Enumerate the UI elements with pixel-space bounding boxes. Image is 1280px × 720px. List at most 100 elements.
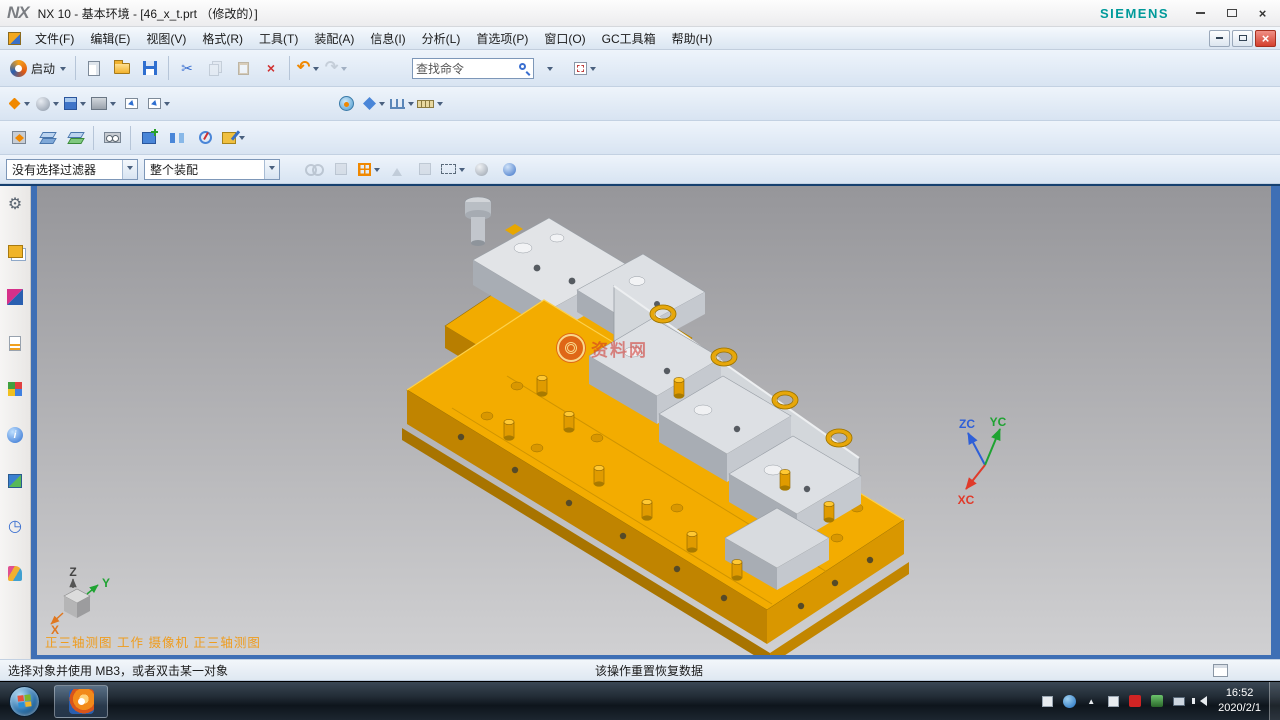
- status-note-icon[interactable]: [1213, 664, 1228, 677]
- wcs-mini-triad[interactable]: Z Y X: [51, 565, 110, 637]
- menu-tools[interactable]: 工具(T): [251, 27, 306, 50]
- select-previous-button[interactable]: [384, 156, 410, 182]
- roles-button[interactable]: ⚙: [2, 192, 28, 218]
- selection-filter-combo[interactable]: 没有选择过滤器: [6, 159, 138, 180]
- tray-ime-button[interactable]: [1103, 688, 1123, 714]
- menu-file[interactable]: 文件(F): [27, 27, 82, 50]
- tray-security-button[interactable]: [1125, 688, 1145, 714]
- menu-preferences[interactable]: 首选项(P): [468, 27, 536, 50]
- menu-help[interactable]: 帮助(H): [664, 27, 721, 50]
- document-icon: [8, 32, 21, 45]
- model-canvas[interactable]: ZC YC XC Z Y X: [37, 186, 1271, 655]
- history-button[interactable]: ◷: [2, 514, 28, 540]
- undo-button[interactable]: ↶: [295, 55, 321, 81]
- add-component-button[interactable]: [136, 125, 162, 151]
- deselect-button[interactable]: [412, 156, 438, 182]
- move-component-icon: [12, 131, 26, 144]
- view-triad[interactable]: ZC YC XC: [958, 415, 1007, 507]
- tray-app-button[interactable]: [1037, 688, 1057, 714]
- hd3d-tools-button[interactable]: [2, 468, 28, 494]
- tray-browser-button[interactable]: [1059, 688, 1079, 714]
- paste-button[interactable]: [230, 55, 256, 81]
- copy-button[interactable]: [202, 55, 228, 81]
- view-toolbar: [0, 87, 1280, 121]
- open-button[interactable]: [109, 55, 135, 81]
- graphics-canvas[interactable]: ZC YC XC Z Y X: [37, 186, 1271, 655]
- named-scene-button[interactable]: [99, 125, 125, 151]
- command-finder-options-button[interactable]: [535, 55, 561, 81]
- layer-settings-button[interactable]: [34, 125, 60, 151]
- minimize-button[interactable]: [1187, 4, 1214, 23]
- compass-icon: [199, 131, 212, 144]
- menu-information[interactable]: 信息(I): [362, 27, 413, 50]
- menu-view[interactable]: 视图(V): [138, 27, 194, 50]
- interpart-link-button[interactable]: [300, 156, 326, 182]
- fit-view-button[interactable]: [6, 91, 32, 117]
- assembly-navigator-button[interactable]: [2, 238, 28, 264]
- up-triangle-icon: [392, 163, 402, 176]
- reuse-library-button[interactable]: [2, 376, 28, 402]
- part-top-knob[interactable]: [465, 197, 491, 246]
- constraint-navigator-button[interactable]: [2, 284, 28, 310]
- maximize-button[interactable]: [1218, 4, 1245, 23]
- edit-object-display-button[interactable]: [220, 125, 246, 151]
- delete-button[interactable]: ×: [258, 55, 284, 81]
- taskbar-clock[interactable]: 16:52 2020/2/1: [1212, 686, 1269, 716]
- close-button[interactable]: ×: [1249, 4, 1276, 23]
- new-window-button[interactable]: [118, 91, 144, 117]
- handle-orientation-button[interactable]: [361, 91, 387, 117]
- chevron-down-icon: [53, 102, 59, 109]
- search-icon[interactable]: [519, 63, 526, 70]
- menu-assemblies[interactable]: 装配(A): [306, 27, 362, 50]
- cut-button[interactable]: ✂: [174, 55, 200, 81]
- true-shading-button[interactable]: [333, 91, 359, 117]
- view-orientation-button[interactable]: [62, 91, 88, 117]
- tray-update-icon: [1151, 695, 1163, 707]
- marquee-select-button[interactable]: [440, 156, 466, 182]
- layer-visible-button[interactable]: [62, 125, 88, 151]
- pattern-component-button[interactable]: [192, 125, 218, 151]
- window-cascade-button[interactable]: [146, 91, 172, 117]
- highlight-gray-ball-button[interactable]: [468, 156, 494, 182]
- taskbar-nx-app-button[interactable]: [54, 685, 108, 718]
- selection-bar: 没有选择过滤器 整个装配: [0, 155, 1280, 184]
- show-desktop-button[interactable]: [1269, 682, 1280, 720]
- child-close-button[interactable]: ×: [1255, 30, 1276, 47]
- combo-dropdown-button[interactable]: [264, 160, 279, 179]
- child-minimize-button[interactable]: [1209, 30, 1230, 47]
- touch-palette-button[interactable]: [2, 560, 28, 586]
- resource-bar: ⚙ i ◷: [0, 186, 31, 659]
- start-button[interactable]: [0, 682, 48, 720]
- start-button[interactable]: 启动: [6, 55, 70, 81]
- web-browser-button[interactable]: i: [2, 422, 28, 448]
- save-button[interactable]: [137, 55, 163, 81]
- menu-window[interactable]: 窗口(O): [536, 27, 593, 50]
- menu-edit[interactable]: 编辑(E): [82, 27, 138, 50]
- move-component-button[interactable]: [6, 125, 32, 151]
- window-layout-button[interactable]: [572, 55, 598, 81]
- measure-button[interactable]: [417, 91, 443, 117]
- globe-icon: [339, 96, 354, 111]
- background-button[interactable]: [90, 91, 116, 117]
- command-finder-input[interactable]: [416, 61, 519, 75]
- assembly-constraints-button[interactable]: [164, 125, 190, 151]
- menu-format[interactable]: 格式(R): [194, 27, 251, 50]
- snap-enable-button[interactable]: [356, 156, 382, 182]
- combo-dropdown-button[interactable]: [122, 160, 137, 179]
- tray-network-button[interactable]: [1169, 688, 1189, 714]
- redo-button[interactable]: ↷: [323, 55, 349, 81]
- selection-reset-button[interactable]: [328, 156, 354, 182]
- child-minimize-icon: [1216, 37, 1223, 39]
- child-restore-button[interactable]: [1232, 30, 1253, 47]
- tray-update-button[interactable]: [1147, 688, 1167, 714]
- part-navigator-button[interactable]: [2, 330, 28, 356]
- menu-gc-toolbox[interactable]: GC工具箱: [594, 27, 664, 50]
- selection-scope-combo[interactable]: 整个装配: [144, 159, 280, 180]
- tray-hidden-icons-button[interactable]: ▲: [1081, 688, 1101, 714]
- highlight-blue-ball-button[interactable]: [496, 156, 522, 182]
- menu-analysis[interactable]: 分析(L): [414, 27, 469, 50]
- tray-volume-button[interactable]: [1191, 688, 1211, 714]
- render-style-button[interactable]: [34, 91, 60, 117]
- snap-point-button[interactable]: [389, 91, 415, 117]
- new-part-button[interactable]: [81, 55, 107, 81]
